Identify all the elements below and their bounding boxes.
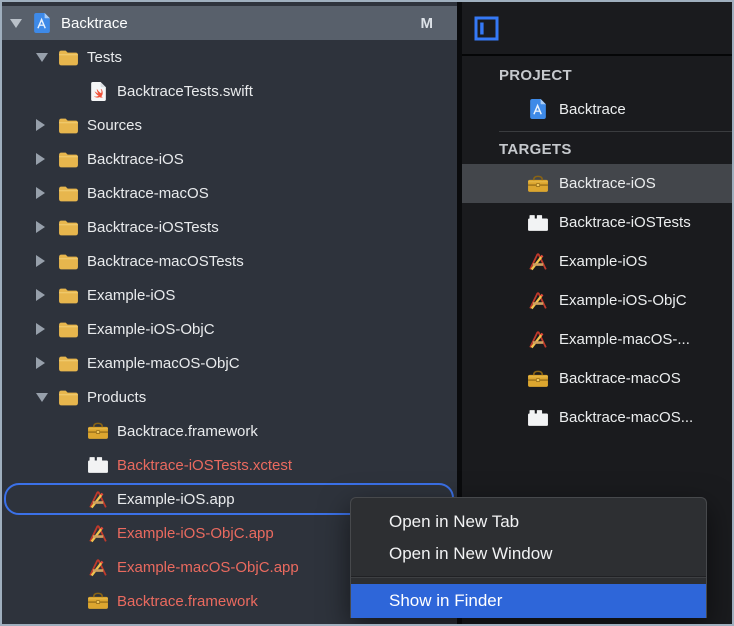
- folder-icon: [56, 249, 80, 273]
- menu-item[interactable]: Open in New Window: [351, 538, 706, 570]
- item-label: Backtrace-iOSTests.xctest: [117, 457, 292, 474]
- target-label: Example-iOS: [559, 253, 647, 270]
- app-bundle-icon: [526, 289, 550, 313]
- section-divider: [499, 131, 732, 132]
- project-label: Backtrace: [559, 101, 626, 118]
- item-label: Example-iOS.app: [117, 491, 235, 508]
- navigator-row[interactable]: Backtrace-iOSTests.xctest: [2, 448, 457, 482]
- navigator-row[interactable]: Products: [2, 380, 457, 414]
- app-bundle-icon: [526, 328, 550, 352]
- app-bundle-icon: [86, 555, 110, 579]
- item-label: Sources: [87, 117, 142, 134]
- context-menu: Open in New TabOpen in New Window Show in…: [350, 497, 707, 618]
- source-control-status-badge: M: [421, 15, 434, 32]
- app-bundle-icon: [86, 521, 110, 545]
- folder-icon: [56, 181, 80, 205]
- folder-icon: [56, 147, 80, 171]
- target-label: Backtrace-iOSTests: [559, 214, 691, 231]
- framework-icon: [86, 419, 110, 443]
- disclosure-closed-icon[interactable]: [36, 187, 56, 199]
- navigator-row[interactable]: Tests: [2, 40, 457, 74]
- item-label: Backtrace.framework: [117, 423, 258, 440]
- folder-icon: [56, 317, 80, 341]
- folder-icon: [56, 215, 80, 239]
- xcodeproj-icon: [30, 11, 54, 35]
- target-row[interactable]: Backtrace-macOS: [462, 359, 732, 398]
- target-row[interactable]: Example-iOS-ObjC: [462, 281, 732, 320]
- target-row[interactable]: Example-macOS-...: [462, 320, 732, 359]
- disclosure-closed-icon[interactable]: [36, 323, 56, 335]
- target-label: Backtrace-macOS: [559, 370, 681, 387]
- item-label: Example-iOS: [87, 287, 175, 304]
- xcode-window: Backtrace M Tests BacktraceTests.swift Sourc…: [0, 0, 734, 626]
- disclosure-closed-icon[interactable]: [36, 255, 56, 267]
- xctest-bundle-icon: [526, 211, 550, 235]
- navigator-row[interactable]: Example-iOS: [2, 278, 457, 312]
- navigator-row[interactable]: Backtrace M: [2, 6, 457, 40]
- swift-file-icon: [86, 79, 110, 103]
- target-row[interactable]: Backtrace-iOSTests: [462, 203, 732, 242]
- item-label: Backtrace: [61, 15, 128, 32]
- navigator-row[interactable]: Backtrace.framework: [2, 414, 457, 448]
- item-label: Backtrace-iOSTests: [87, 219, 219, 236]
- framework-icon: [526, 172, 550, 196]
- disclosure-open-icon[interactable]: [36, 53, 56, 62]
- navigator-row[interactable]: Example-iOS-ObjC: [2, 312, 457, 346]
- menu-item[interactable]: Show in Finder: [351, 584, 706, 618]
- disclosure-closed-icon[interactable]: [36, 119, 56, 131]
- target-row[interactable]: Backtrace-iOS: [462, 164, 732, 203]
- disclosure-open-icon[interactable]: [10, 19, 30, 28]
- menu-item[interactable]: Open in New Tab: [351, 506, 706, 538]
- framework-icon: [526, 367, 550, 391]
- target-row[interactable]: Example-iOS: [462, 242, 732, 281]
- project-row-backtrace[interactable]: Backtrace: [462, 90, 732, 128]
- target-label: Backtrace-iOS: [559, 175, 656, 192]
- navigator-row[interactable]: BacktraceTests.swift: [2, 74, 457, 108]
- item-label: Backtrace-macOSTests: [87, 253, 244, 270]
- app-bundle-icon: [86, 487, 110, 511]
- disclosure-open-icon[interactable]: [36, 393, 56, 402]
- navigator-row[interactable]: Backtrace-iOSTests: [2, 210, 457, 244]
- target-label: Example-macOS-...: [559, 331, 690, 348]
- folder-icon: [56, 283, 80, 307]
- project-section-header: PROJECT: [462, 60, 732, 90]
- target-label: Example-iOS-ObjC: [559, 292, 687, 309]
- inspector-toolbar: [462, 2, 732, 56]
- item-label: Backtrace-iOS: [87, 151, 184, 168]
- folder-icon: [56, 113, 80, 137]
- folder-icon: [56, 351, 80, 375]
- item-label: Backtrace.framework: [117, 593, 258, 610]
- navigator-row[interactable]: Example-macOS-ObjC: [2, 346, 457, 380]
- item-label: BacktraceTests.swift: [117, 83, 253, 100]
- item-label: Example-iOS-ObjC.app: [117, 525, 274, 542]
- folder-icon: [56, 385, 80, 409]
- disclosure-closed-icon[interactable]: [36, 153, 56, 165]
- item-label: Example-iOS-ObjC: [87, 321, 215, 338]
- xctest-bundle-icon: [86, 453, 110, 477]
- targets-section-header: TARGETS: [462, 134, 732, 164]
- navigator-row[interactable]: Backtrace-macOS: [2, 176, 457, 210]
- item-label: Example-macOS-ObjC: [87, 355, 240, 372]
- xcodeproj-icon: [526, 97, 550, 121]
- item-label: Tests: [87, 49, 122, 66]
- project-targets-list-toggle-icon[interactable]: [473, 15, 499, 41]
- framework-icon: [86, 589, 110, 613]
- disclosure-closed-icon[interactable]: [36, 289, 56, 301]
- app-bundle-icon: [526, 250, 550, 274]
- navigator-row[interactable]: Backtrace-macOSTests: [2, 244, 457, 278]
- xctest-bundle-icon: [526, 406, 550, 430]
- item-label: Backtrace-macOS: [87, 185, 209, 202]
- navigator-row[interactable]: Sources: [2, 108, 457, 142]
- disclosure-closed-icon[interactable]: [36, 221, 56, 233]
- target-label: Backtrace-macOS...: [559, 409, 693, 426]
- folder-icon: [56, 45, 80, 69]
- navigator-row[interactable]: Backtrace-iOS: [2, 142, 457, 176]
- target-row[interactable]: Backtrace-macOS...: [462, 398, 732, 437]
- targets-list: Backtrace-iOS Backtrace-iOSTests Example-i…: [462, 164, 732, 437]
- disclosure-closed-icon[interactable]: [36, 357, 56, 369]
- item-label: Example-macOS-ObjC.app: [117, 559, 299, 576]
- item-label: Products: [87, 389, 146, 406]
- menu-separator: [351, 570, 706, 584]
